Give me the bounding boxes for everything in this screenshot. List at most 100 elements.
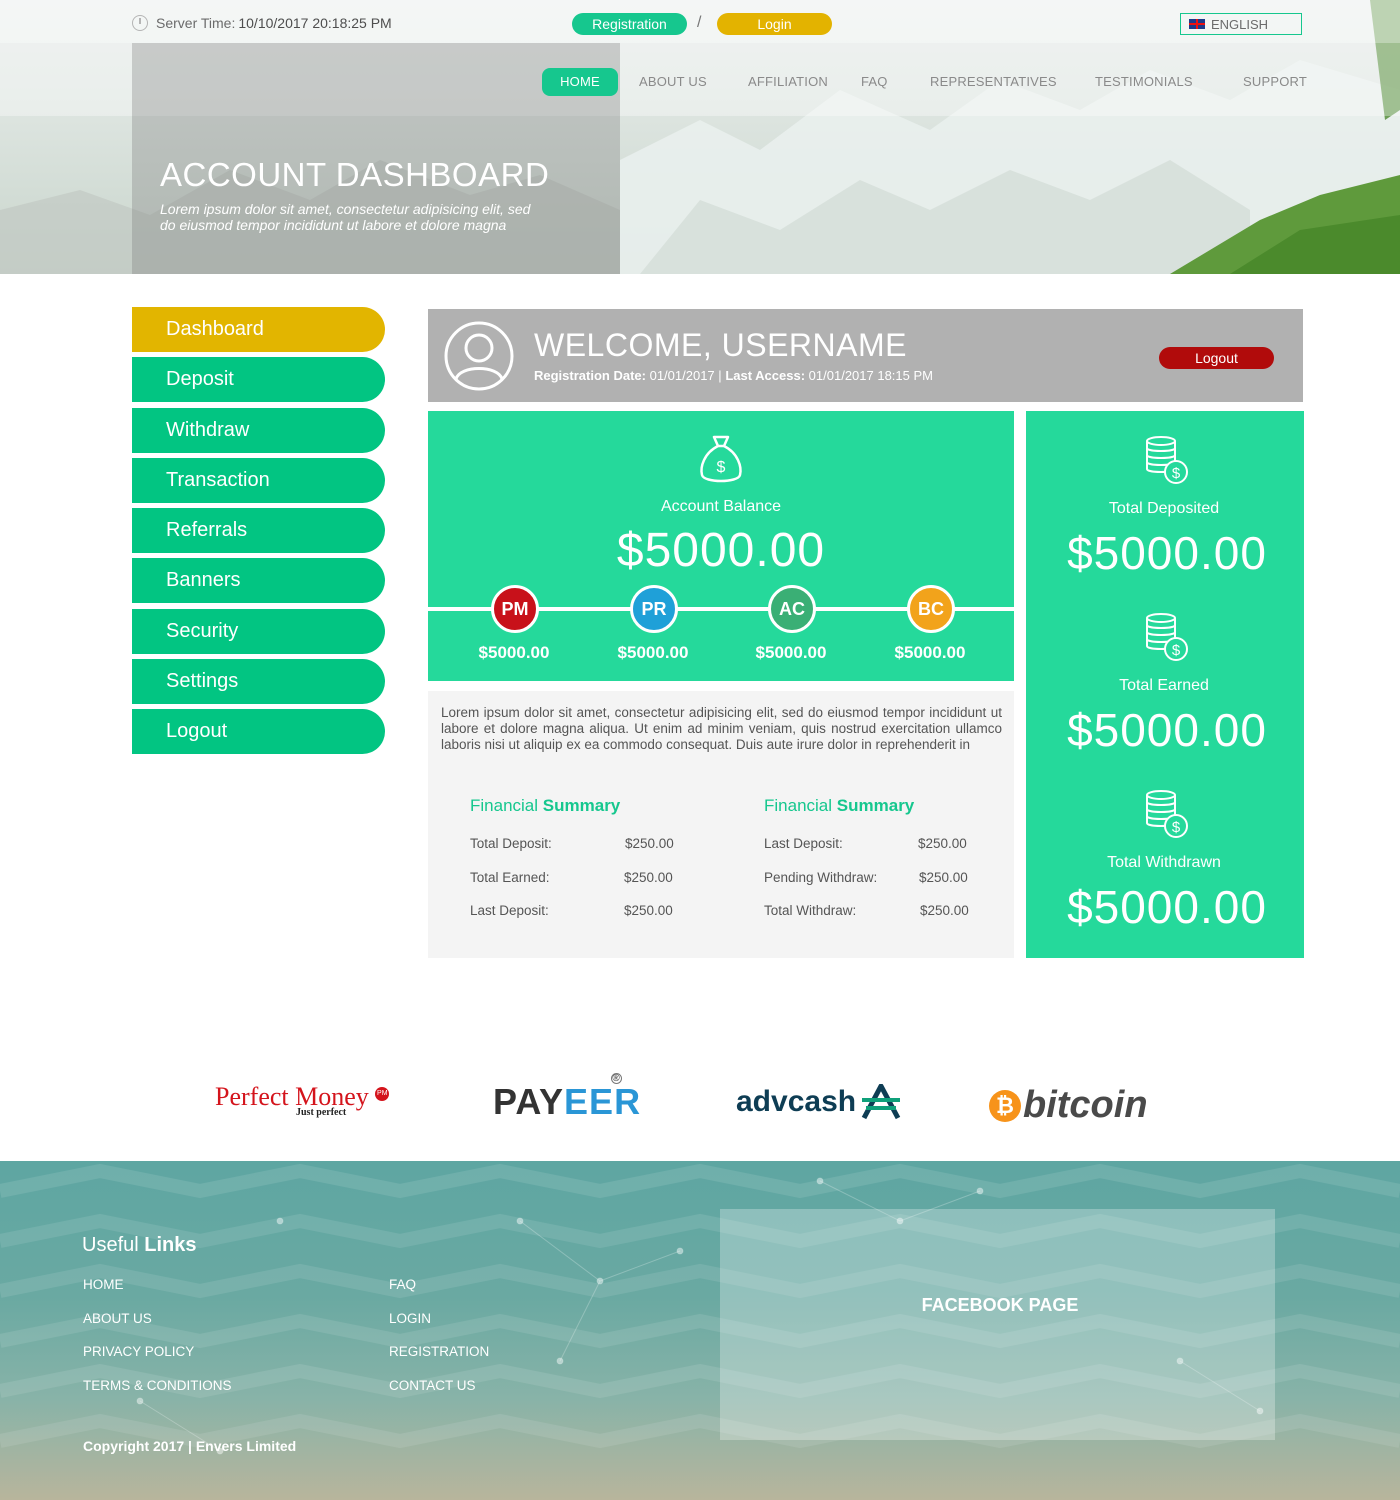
summary-title-light: Financial [470, 796, 539, 815]
registration-button[interactable]: Registration [572, 13, 687, 35]
advcash-logo: advcash [736, 1084, 902, 1120]
advcash-balance: $5000.00 [755, 643, 827, 662]
nav-support[interactable]: SUPPORT [1243, 68, 1307, 96]
svg-text:$: $ [1172, 819, 1181, 836]
coins-stack-icon: $ [1146, 436, 1188, 484]
sidebar-item-transaction[interactable]: Transaction [132, 457, 385, 503]
nav-testimonials[interactable]: TESTIMONIALS [1095, 68, 1193, 96]
svg-text:$: $ [1172, 465, 1181, 482]
nav-affiliation[interactable]: AFFILIATION [748, 68, 828, 96]
last-access-label: Last Access: [725, 368, 806, 383]
welcome-heading: WELCOME, USERNAME [534, 327, 907, 364]
last-access-value: 01/01/2017 18:15 PM [808, 368, 933, 383]
footer-link-login[interactable]: LOGIN [389, 1311, 431, 1326]
server-time-value: 10/10/2017 20:18:25 PM [238, 15, 392, 31]
logout-button[interactable]: Logout [1159, 347, 1274, 369]
bitcoin-logo: ₿ bitcoin [989, 1084, 1148, 1127]
bitcoin-symbol-icon: ₿ [989, 1089, 1021, 1122]
footer-link-privacy-policy[interactable]: PRIVACY POLICY [83, 1344, 194, 1359]
advcash-badge: AC [768, 585, 816, 633]
registration-date-value: 01/01/2017 [649, 368, 715, 383]
footer-link-registration[interactable]: REGISTRATION [389, 1344, 489, 1359]
financial-summary-panel: Lorem ipsum dolor sit amet, consectetur … [428, 691, 1014, 958]
footer-link-about-us[interactable]: ABOUT US [83, 1311, 152, 1326]
sidebar-item-referrals[interactable]: Referrals [132, 508, 385, 554]
bitcoin-wordmark: bitcoin [1023, 1084, 1148, 1126]
welcome-username: USERNAME [721, 327, 907, 363]
money-bag-icon: $ [700, 435, 742, 483]
sidebar-item-security[interactable]: Security [132, 608, 385, 654]
summary-value: $250.00 [624, 903, 673, 918]
bitcoin-badge: BC [907, 585, 955, 633]
total-earned-value: $5000.00 [1067, 704, 1267, 756]
bitcoin-balance: $5000.00 [894, 643, 966, 662]
sidebar-item-deposit[interactable]: Deposit [132, 357, 385, 403]
meta-separator: | [718, 368, 722, 383]
sidebar-menu: Dashboard Deposit Withdraw Transaction R… [132, 307, 385, 760]
perfect-money-tagline: Just perfect [296, 1107, 347, 1118]
totals-card: $ Total Deposited $5000.00 $ Total Earne… [1026, 411, 1304, 958]
summary-title-light: Financial [764, 796, 833, 815]
nav-home[interactable]: HOME [542, 68, 618, 96]
financial-summary-title-right: Financial Summary [764, 796, 914, 816]
sidebar-item-settings[interactable]: Settings [132, 659, 385, 705]
summary-label: Total Deposit: [470, 836, 552, 851]
balance-label: Account Balance [660, 498, 782, 515]
page-subtitle: Lorem ipsum dolor sit amet, consectetur … [160, 201, 531, 233]
registered-mark-icon: ® [611, 1073, 622, 1084]
payeer-wordmark-blue: EER [564, 1081, 642, 1122]
perfect-money-logo: Perfect Money PM Just perfect [215, 1082, 390, 1118]
account-meta: Registration Date: 01/01/2017 | Last Acc… [534, 368, 933, 383]
nav-about-us[interactable]: ABOUT US [639, 68, 707, 96]
sidebar-item-banners[interactable]: Banners [132, 558, 385, 604]
server-time: Server Time: 10/10/2017 20:18:25 PM [132, 15, 392, 31]
facebook-page-widget[interactable]: FACEBOOK PAGE [720, 1209, 1275, 1440]
summary-value: $250.00 [625, 836, 674, 851]
clock-icon [132, 15, 148, 31]
coins-stack-icon: $ [1146, 790, 1188, 838]
language-label: ENGLISH [1211, 16, 1269, 32]
svg-text:$: $ [717, 459, 726, 476]
footer-link-home[interactable]: HOME [83, 1277, 124, 1292]
summary-label: Last Deposit: [470, 903, 549, 918]
copyright-text: Copyright 2017 | Envers Limited [83, 1438, 297, 1454]
payeer-wordmark-dark: PAY [493, 1081, 565, 1122]
language-selector[interactable]: ENGLISH [1180, 13, 1302, 35]
sidebar-item-dashboard[interactable]: Dashboard [132, 307, 385, 352]
sidebar-item-withdraw[interactable]: Withdraw [132, 407, 385, 453]
footer-link-terms[interactable]: TERMS & CONDITIONS [83, 1378, 232, 1393]
nav-representatives[interactable]: REPRESENTATIVES [930, 68, 1057, 96]
summary-label: Total Withdraw: [764, 903, 857, 918]
summary-title-bold: Summary [836, 796, 915, 815]
login-button[interactable]: Login [717, 13, 832, 35]
summary-value: $250.00 [918, 836, 967, 851]
welcome-greeting: WELCOME, [534, 327, 713, 363]
footer-link-faq[interactable]: FAQ [389, 1277, 416, 1292]
summary-label: Total Earned: [470, 870, 550, 885]
useful-links-light: Useful [82, 1234, 139, 1256]
summary-value: $250.00 [919, 870, 968, 885]
nav-faq[interactable]: FAQ [861, 68, 888, 96]
total-deposited-value: $5000.00 [1067, 527, 1267, 579]
footer-link-contact-us[interactable]: CONTACT US [389, 1378, 476, 1393]
user-avatar-icon [444, 321, 514, 391]
main-nav: HOME ABOUT US AFFILIATION FAQ REPRESENTA… [0, 68, 1400, 96]
perfect-money-badge: PM [491, 585, 539, 633]
total-deposited-label: Total Deposited [1108, 500, 1220, 517]
payeer-balance: $5000.00 [617, 643, 689, 662]
advcash-wordmark: advcash [736, 1085, 857, 1118]
useful-links-bold: Links [144, 1234, 197, 1256]
payeer-logo: PAYEER ® [493, 1073, 642, 1123]
site-footer: Useful Links HOME ABOUT US PRIVACY POLIC… [0, 1161, 1400, 1500]
total-withdrawn-value: $5000.00 [1067, 881, 1267, 933]
uk-flag-icon [1189, 19, 1205, 29]
summary-title-bold: Summary [542, 796, 621, 815]
perfect-money-badge-icon: PM [375, 1087, 390, 1101]
account-balance-card: $ Account Balance $5000.00 PM PR AC BC $… [428, 411, 1014, 681]
svg-text:$: $ [1172, 642, 1181, 659]
total-withdrawn-label: Total Withdrawn [1107, 854, 1221, 871]
financial-summary-title-left: Financial Summary [470, 796, 620, 816]
coins-stack-icon: $ [1146, 613, 1188, 661]
sidebar-item-logout[interactable]: Logout [132, 709, 385, 755]
total-earned-label: Total Earned [1119, 677, 1209, 694]
